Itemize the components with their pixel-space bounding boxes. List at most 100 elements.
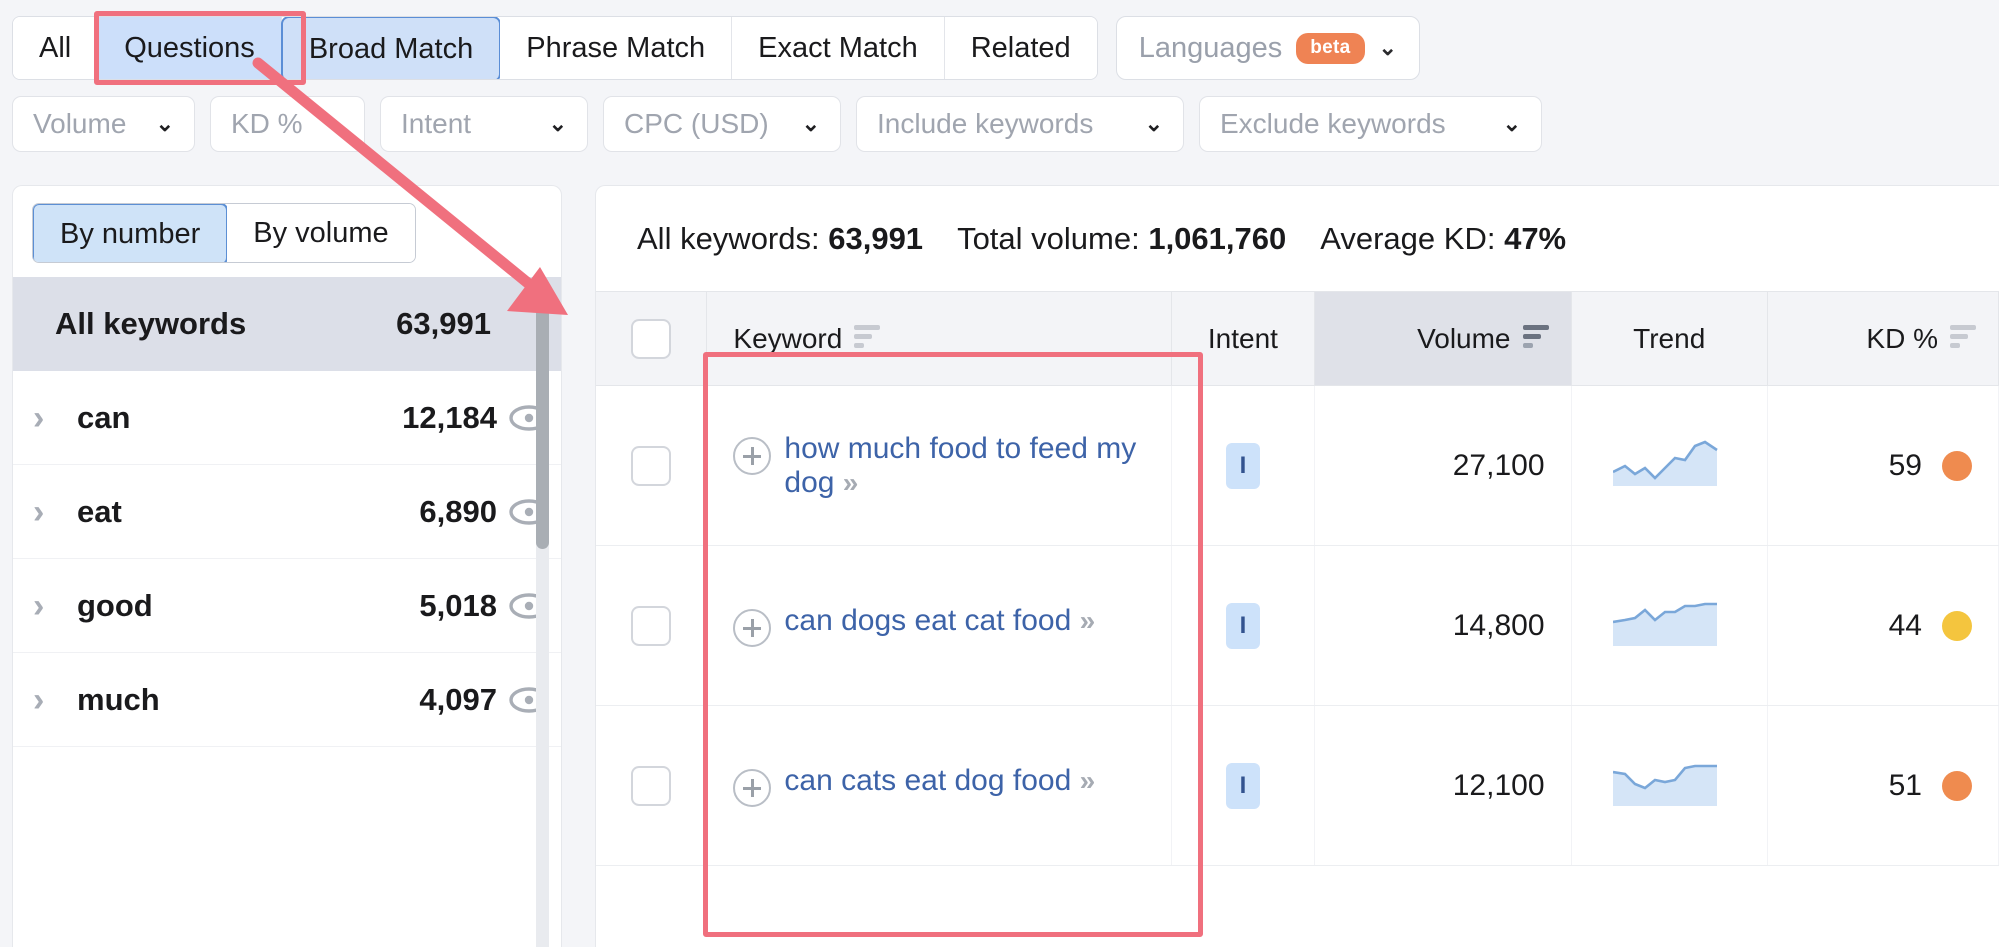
group-count: 12,184 [402,399,497,435]
sort-icon[interactable] [854,325,881,352]
keyword-link[interactable]: can cats eat dog food » [784,764,1095,798]
chevron-right-icon[interactable]: › [33,683,77,717]
th-intent[interactable]: Intent [1171,291,1316,386]
summary-average-kd: Average KD: 47% [1320,221,1566,257]
trend-cell [1571,705,1768,866]
group-label: good [77,587,153,623]
tab-broad-match[interactable]: Broad Match [280,17,502,79]
chevron-double-right-icon[interactable]: » [1080,605,1095,636]
kd-difficulty-dot [1942,770,1972,801]
table-header-row: Keyword Intent Volume Trend KD % [596,291,1999,386]
table-row[interactable]: can dogs eat cat food » I 14,800 44 [596,545,1999,706]
sort-icon[interactable] [1950,325,1976,352]
group-item-good[interactable]: › good 5,018 [13,559,561,653]
row-checkbox[interactable] [631,605,672,646]
beta-badge: beta [1296,32,1365,64]
keyword-groups-sidebar: By number By volume All keywords 63,991 … [12,185,562,947]
intent-badge[interactable]: I [1225,442,1260,489]
filter-kd[interactable]: KD % ⌄ [210,96,365,152]
group-item-all-keywords[interactable]: All keywords 63,991 [13,277,561,371]
add-keyword-icon[interactable] [733,769,772,807]
group-item-can[interactable]: › can 12,184 [13,371,561,465]
volume-cell: 12,100 [1314,705,1572,866]
filter-include-keywords[interactable]: Include keywords ⌄ [856,96,1184,152]
tab-all[interactable]: All [13,17,99,79]
sidebar-scrollbar-thumb[interactable] [536,279,549,549]
intent-cell: I [1171,545,1316,706]
tab-phrase-match[interactable]: Phrase Match [500,17,733,79]
kd-cell: 51 [1767,705,1999,866]
chevron-double-right-icon[interactable]: » [843,467,858,498]
select-all-checkbox[interactable] [631,318,672,359]
filter-volume[interactable]: Volume ⌄ [12,96,195,152]
filter-intent-label: Intent [401,108,472,139]
row-select-cell [596,385,708,546]
summary-total-volume: Total volume: 1,061,760 [957,221,1286,257]
filter-intent[interactable]: Intent ⌄ [380,96,588,152]
table-row[interactable]: how much food to feed my dog » I 27,100 [596,385,1999,546]
th-trend[interactable]: Trend [1571,291,1768,386]
keyword-link[interactable]: can dogs eat cat food » [784,604,1095,638]
summary-bar: All keywords: 63,991 Total volume: 1,061… [596,186,1999,291]
sort-by-volume-button[interactable]: By volume [227,204,415,262]
volume-cell: 14,800 [1314,545,1572,706]
trend-cell [1571,545,1768,706]
row-checkbox[interactable] [631,765,672,806]
group-label: eat [77,493,122,529]
chevron-right-icon[interactable]: › [33,495,77,529]
keyword-text: can dogs eat cat food [784,604,1072,637]
group-item-much[interactable]: › much 4,097 [13,653,561,747]
sort-icon[interactable] [1522,325,1549,352]
summary-average-kd-label: Average KD: [1320,220,1496,256]
chevron-down-icon: ⌄ [1144,111,1163,136]
group-count: 4,097 [419,681,497,717]
th-kd[interactable]: KD % [1767,291,1999,386]
chevron-double-right-icon[interactable]: » [1080,765,1095,796]
th-keyword[interactable]: Keyword [706,291,1172,386]
row-checkbox[interactable] [631,445,672,486]
filter-exclude-keywords[interactable]: Exclude keywords ⌄ [1199,96,1542,152]
th-kd-label: KD % [1866,322,1938,354]
sort-by-number-button[interactable]: By number [32,204,229,262]
chevron-right-icon[interactable]: › [33,401,77,435]
eye-icon[interactable] [497,498,561,526]
chevron-right-icon[interactable]: › [33,589,77,623]
eye-icon[interactable] [497,686,561,714]
summary-all-keywords-value: 63,991 [828,220,924,256]
group-label: can [77,399,131,435]
th-volume[interactable]: Volume [1314,291,1572,386]
table-row[interactable]: can cats eat dog food » I 12,100 51 [596,705,1999,866]
sidebar-sort-toggle: By number By volume [32,203,416,263]
group-item-eat[interactable]: › eat 6,890 [13,465,561,559]
summary-average-kd-value: 47% [1504,220,1567,256]
chevron-down-icon: ⌄ [155,111,174,136]
group-count: 5,018 [419,587,497,623]
eye-icon[interactable] [497,592,561,620]
chevron-down-icon: ⌄ [1502,111,1521,136]
summary-total-volume-value: 1,061,760 [1148,220,1287,256]
trend-cell [1571,385,1768,546]
keyword-text: can cats eat dog food [784,764,1072,797]
tab-questions[interactable]: Questions [98,17,282,79]
volume-cell: 27,100 [1314,385,1572,546]
tab-exact-match[interactable]: Exact Match [732,17,945,79]
filter-cpc[interactable]: CPC (USD) ⌄ [603,96,841,152]
tab-related[interactable]: Related [944,17,1097,79]
sidebar-sort-toggle-wrap: By number By volume [13,186,561,277]
kd-difficulty-dot [1942,450,1972,481]
keyword-link[interactable]: how much food to feed my dog » [784,432,1170,500]
filter-cpc-label: CPC (USD) [624,108,769,139]
add-keyword-icon[interactable] [733,609,772,647]
languages-dropdown[interactable]: Languages beta ⌄ [1115,16,1420,80]
keyword-group-list: All keywords 63,991 › can 12,184 › eat 6… [13,277,561,947]
keywords-table: Keyword Intent Volume Trend KD % how muc… [596,291,1999,866]
th-intent-label: Intent [1207,322,1278,354]
filter-volume-label: Volume [33,108,127,139]
intent-badge[interactable]: I [1225,602,1260,649]
eye-icon[interactable] [497,404,561,432]
keyword-text: how much food to feed my dog [784,431,1137,499]
filter-include-label: Include keywords [877,108,1094,139]
trend-sparkline [1612,440,1718,486]
add-keyword-icon[interactable] [733,436,772,475]
intent-badge[interactable]: I [1225,762,1260,809]
